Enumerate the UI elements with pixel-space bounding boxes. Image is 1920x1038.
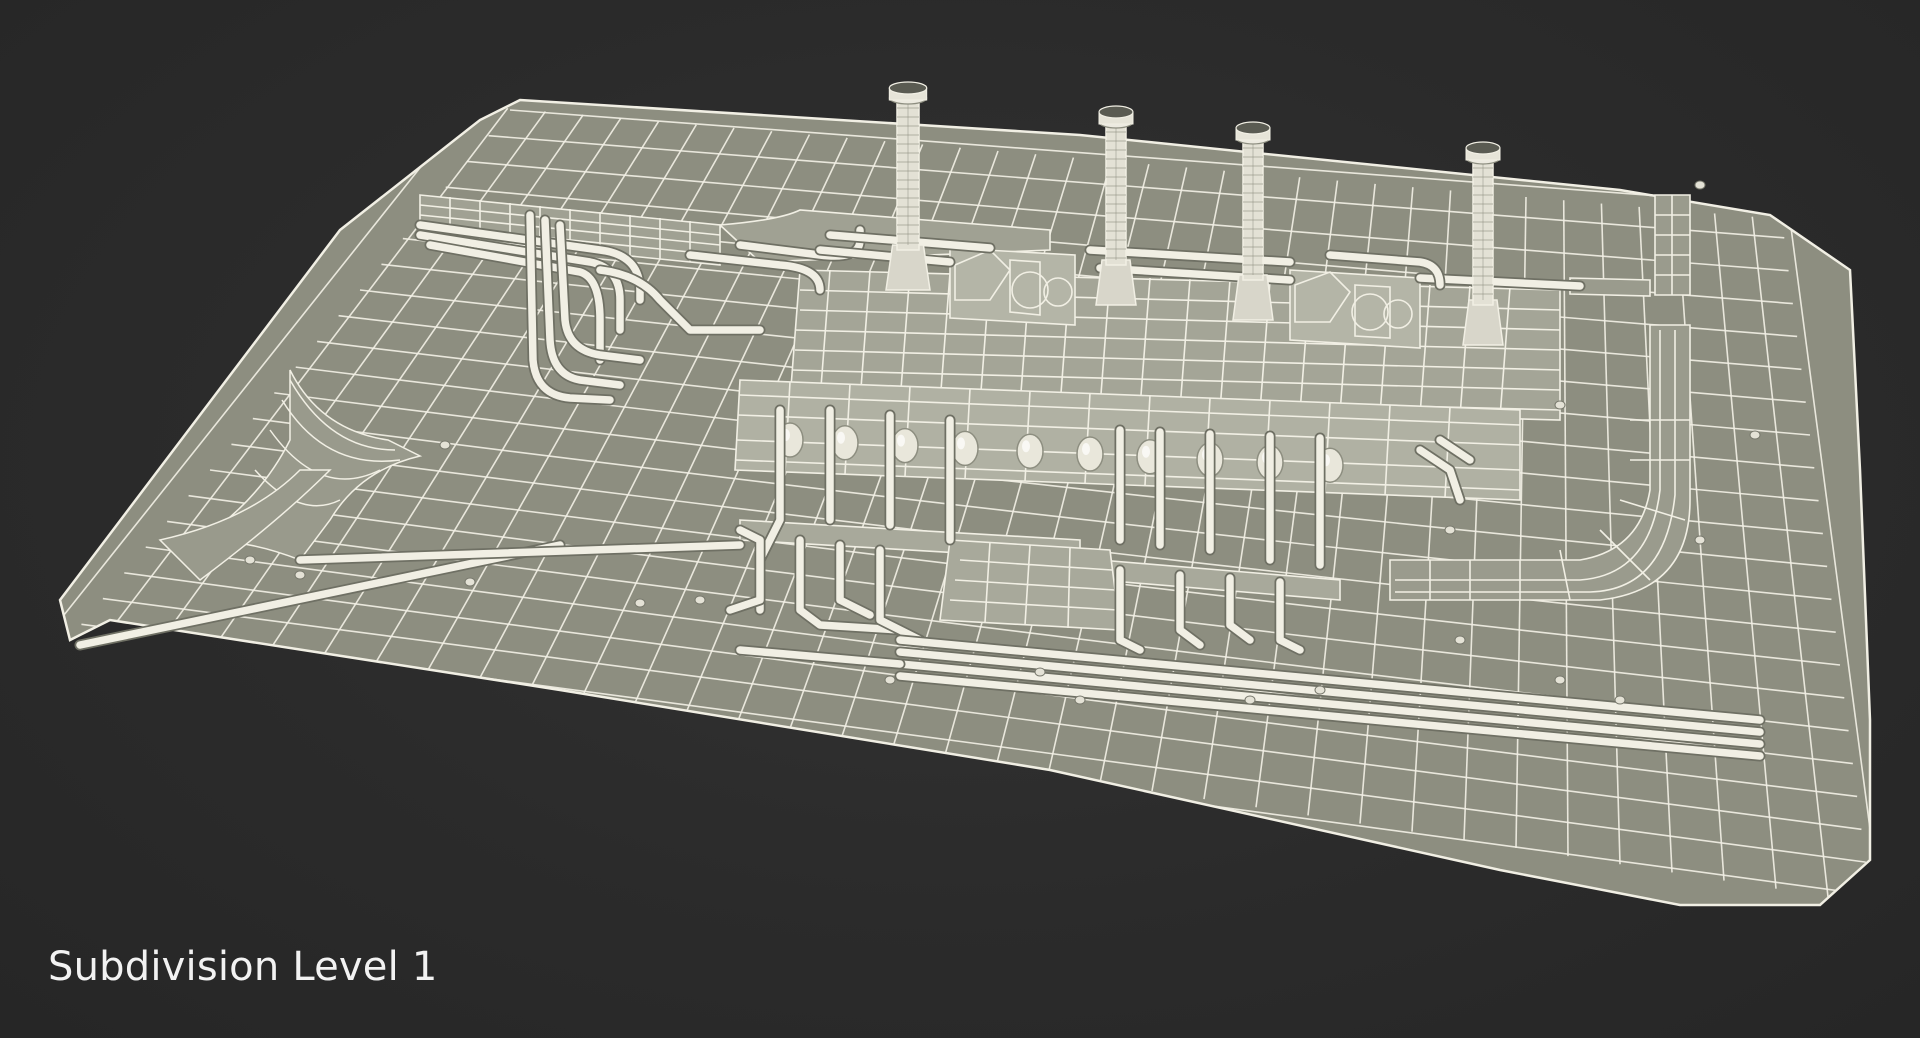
wireframe-power-plant-render xyxy=(58,81,1872,907)
render-caption: Subdivision Level 1 xyxy=(48,944,438,990)
render-viewport: Subdivision Level 1 xyxy=(0,0,1920,1038)
